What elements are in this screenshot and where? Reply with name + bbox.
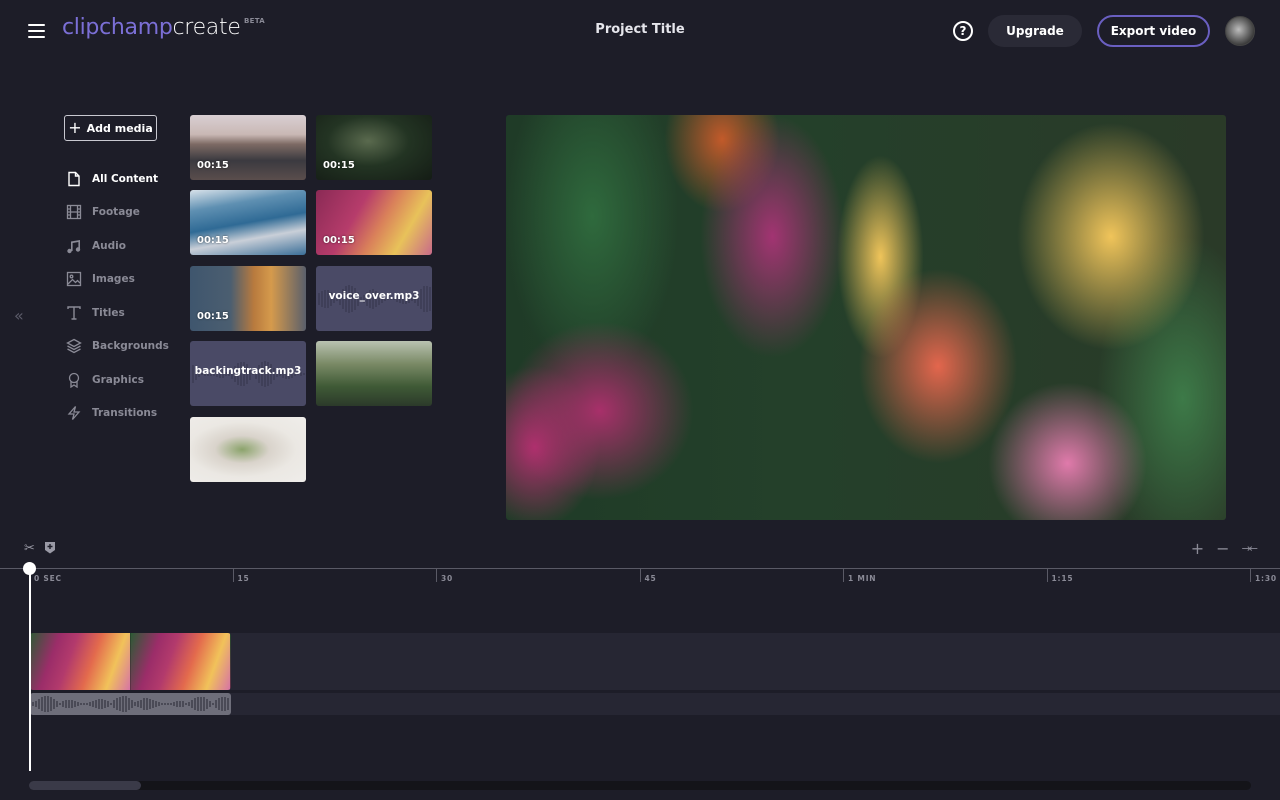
- playhead-line: [28, 570, 31, 771]
- help-icon[interactable]: ?: [953, 21, 973, 41]
- music-icon: [66, 238, 82, 254]
- ruler-tick: [843, 568, 844, 582]
- media-item-cafe[interactable]: 00:15: [190, 266, 306, 331]
- media-item-backingtrack[interactable]: backingtrack.mp3: [190, 341, 306, 406]
- sidebar-item-label: Footage: [92, 206, 140, 219]
- sidebar-item-label: Audio: [92, 239, 126, 252]
- sidebar-item-images[interactable]: Images: [66, 263, 169, 297]
- clip-frame: [130, 633, 231, 690]
- project-title[interactable]: Project Title: [0, 22, 1280, 37]
- sidebar-item-label: Images: [92, 273, 135, 286]
- fit-timeline-icon[interactable]: →←: [1242, 539, 1259, 559]
- media-item-voice-over[interactable]: voice_over.mp3: [316, 266, 432, 331]
- sidebar-nav: All Content Footage Audio Images Titles …: [66, 162, 169, 430]
- sidebar-item-label: Backgrounds: [92, 340, 169, 353]
- ruler-tick-label: 0 SEC: [34, 574, 62, 583]
- ruler-tick-label: 1:30: [1255, 574, 1277, 583]
- collapse-panel-icon[interactable]: ‹‹: [14, 306, 24, 325]
- layers-icon: [66, 338, 82, 354]
- timeline-scrollbar-thumb[interactable]: [29, 781, 141, 790]
- add-media-button[interactable]: + Add media: [64, 115, 157, 141]
- add-media-label: Add media: [86, 121, 153, 135]
- plus-icon: +: [68, 118, 82, 137]
- add-marker-icon[interactable]: [44, 541, 56, 558]
- zoom-in-icon[interactable]: +: [1191, 539, 1204, 559]
- sidebar-item-label: Transitions: [92, 407, 158, 420]
- ruler-tick-label: 1 MIN: [848, 574, 877, 583]
- sidebar-item-label: Titles: [92, 306, 125, 319]
- duration-label: 00:15: [323, 235, 355, 246]
- ruler-tick: [436, 568, 437, 582]
- scissors-icon[interactable]: ✂: [24, 541, 35, 558]
- duration-label: 00:15: [197, 235, 229, 246]
- media-item-tulips[interactable]: 00:15: [316, 190, 432, 255]
- sidebar-item-titles[interactable]: Titles: [66, 296, 169, 330]
- video-clip[interactable]: [30, 633, 231, 690]
- audio-filename: backingtrack.mp3: [194, 365, 302, 377]
- sidebar-item-audio[interactable]: Audio: [66, 229, 169, 263]
- audio-clip[interactable]: [30, 693, 231, 715]
- sidebar-item-all-content[interactable]: All Content: [66, 162, 169, 196]
- ruler-tick-label: 45: [644, 574, 657, 583]
- sidebar-item-backgrounds[interactable]: Backgrounds: [66, 330, 169, 364]
- audio-filename: voice_over.mp3: [328, 290, 420, 302]
- ruler-tick: [1046, 568, 1048, 582]
- clip-frame: [30, 633, 131, 690]
- sidebar-item-transitions[interactable]: Transitions: [66, 397, 169, 431]
- zoom-tools: + − →←: [1191, 539, 1259, 559]
- playhead-handle[interactable]: [23, 562, 36, 575]
- media-item-plant[interactable]: [190, 417, 306, 482]
- ruler-tick: [639, 568, 641, 582]
- video-preview[interactable]: [506, 115, 1226, 520]
- media-item-greenhouse[interactable]: [316, 341, 432, 406]
- zoom-out-icon[interactable]: −: [1216, 539, 1229, 559]
- sidebar-item-label: Graphics: [92, 373, 144, 386]
- ruler-tick-label: 30: [441, 574, 454, 583]
- ruler-tick-label: 1:15: [1051, 574, 1074, 583]
- film-icon: [66, 204, 82, 220]
- media-item-buildings[interactable]: 00:15: [190, 115, 306, 180]
- ruler-tick: [1250, 568, 1251, 582]
- avatar[interactable]: [1225, 16, 1255, 46]
- timeline-scrollbar[interactable]: [29, 781, 1251, 790]
- sidebar-item-footage[interactable]: Footage: [66, 196, 169, 230]
- lightning-icon: [66, 405, 82, 421]
- text-icon: [66, 305, 82, 321]
- upgrade-button[interactable]: Upgrade: [988, 15, 1082, 47]
- ruler-tick-label: 15: [237, 574, 250, 583]
- timeline-tools: ✂: [24, 541, 56, 558]
- duration-label: 00:15: [197, 160, 229, 171]
- duration-label: 00:15: [323, 160, 355, 171]
- sidebar-item-label: All Content: [92, 172, 159, 185]
- media-item-aerial[interactable]: 00:15: [190, 190, 306, 255]
- badge-icon: [66, 372, 82, 388]
- ruler-tick: [232, 568, 234, 582]
- image-icon: [66, 271, 82, 287]
- file-icon: [66, 171, 82, 187]
- export-video-button[interactable]: Export video: [1097, 15, 1210, 47]
- sidebar-item-graphics[interactable]: Graphics: [66, 363, 169, 397]
- duration-label: 00:15: [197, 311, 229, 322]
- media-item-leaves[interactable]: 00:15: [316, 115, 432, 180]
